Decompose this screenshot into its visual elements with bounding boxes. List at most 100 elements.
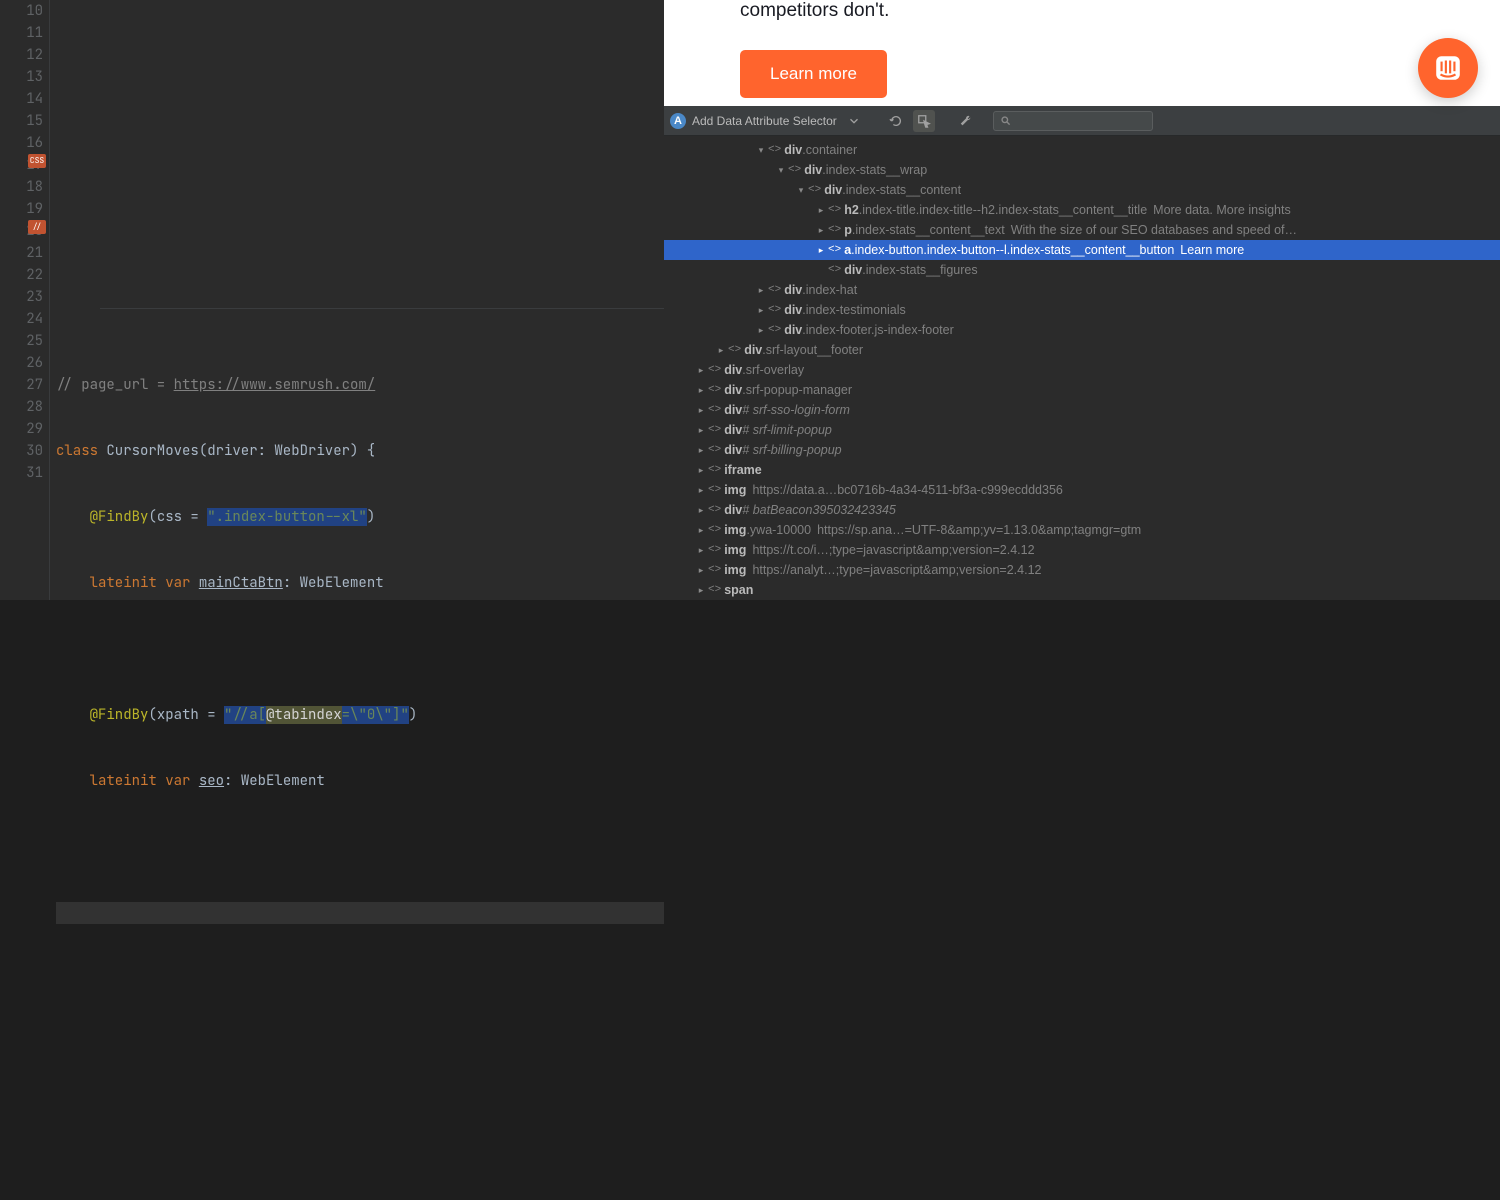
code-area[interactable]: // page_url = https://www.semrush.com/ c…	[50, 0, 664, 600]
tag-angles-icon: <>	[768, 324, 781, 336]
dom-tree-row[interactable]: ▸<>h2.index-title.index-title--h2.index-…	[664, 200, 1500, 220]
chevron-right-icon[interactable]: ▸	[696, 485, 706, 496]
chevron-right-icon[interactable]: ▸	[696, 565, 706, 576]
chevron-right-icon[interactable]: ▸	[696, 545, 706, 556]
tag-angles-icon: <>	[788, 164, 801, 176]
dom-tree-row[interactable]: ▸<>div.srf-overlay	[664, 360, 1500, 380]
dom-tree-row[interactable]: ▸<>iframe	[664, 460, 1500, 480]
chevron-right-icon[interactable]: ▸	[696, 525, 706, 536]
line-number: 12	[0, 44, 43, 66]
element-tag: h2	[844, 203, 859, 217]
element-tag: div	[724, 403, 742, 417]
element-tag: span	[724, 583, 753, 597]
element-tag: div	[784, 283, 802, 297]
element-classes: .index-footer.js-index-footer	[802, 323, 953, 337]
chevron-right-icon[interactable]: ▸	[756, 325, 766, 336]
chevron-right-icon[interactable]: ▸	[816, 225, 826, 236]
tag-angles-icon: <>	[708, 504, 721, 516]
element-classes: .index-stats__content__text	[852, 223, 1005, 237]
line-number: 28	[0, 396, 43, 418]
dom-tree-row[interactable]: ▸<>imghttps://analyt…;type=javascript&am…	[664, 560, 1500, 580]
line-number: 10	[0, 0, 43, 22]
dom-tree-row[interactable]: ▸<>span	[664, 580, 1500, 600]
add-data-attr-label[interactable]: Add Data Attribute Selector	[692, 114, 837, 128]
dom-tree-row[interactable]: ▸<>div.srf-popup-manager	[664, 380, 1500, 400]
dom-tree-row[interactable]: ▸<>div# srf-billing-popup	[664, 440, 1500, 460]
tag-angles-icon: <>	[708, 364, 721, 376]
element-text-preview: https://t.co/i…;type=javascript&amp;vers…	[752, 543, 1034, 557]
dom-tree[interactable]: ▾<>div.container▾<>div.index-stats__wrap…	[664, 136, 1500, 600]
chevron-right-icon[interactable]: ▸	[756, 305, 766, 316]
element-id: # batBeacon395032423345	[742, 503, 896, 517]
chevron-right-icon[interactable]: ▸	[696, 505, 706, 516]
xpath-selector-gutter-icon[interactable]: //	[28, 220, 46, 234]
caret-line[interactable]	[56, 902, 664, 924]
inspector-search-input[interactable]	[993, 111, 1153, 131]
element-tag: div	[724, 363, 742, 377]
element-tag: div	[724, 503, 742, 517]
chevron-down-icon[interactable]: ▾	[776, 165, 786, 176]
chevron-right-icon[interactable]: ▸	[696, 365, 706, 376]
dom-tree-row[interactable]: ▸<>div# srf-sso-login-form	[664, 400, 1500, 420]
element-text-preview: Learn more	[1180, 243, 1244, 257]
chevron-right-icon[interactable]: ▸	[716, 345, 726, 356]
element-id: # srf-billing-popup	[742, 443, 841, 457]
tag-angles-icon: <>	[708, 564, 721, 576]
code-editor[interactable]: 1011121314151617181920212223242526272829…	[0, 0, 664, 600]
dom-tree-row[interactable]: ▸<>div.index-testimonials	[664, 300, 1500, 320]
dom-tree-row[interactable]: ▸<>img.ywa-10000https://sp.ana…=UTF-8&am…	[664, 520, 1500, 540]
tag-angles-icon: <>	[708, 544, 721, 556]
element-picker-icon[interactable]	[913, 110, 935, 132]
dom-tree-row[interactable]: ▸<>div.srf-layout__footer	[664, 340, 1500, 360]
line-number: 22	[0, 264, 43, 286]
dom-tree-row[interactable]: ▸<>div.index-footer.js-index-footer	[664, 320, 1500, 340]
dom-tree-row[interactable]: ▸<>div# srf-limit-popup	[664, 420, 1500, 440]
tag-angles-icon: <>	[708, 584, 721, 596]
element-tag: img	[724, 543, 746, 557]
wrench-icon[interactable]	[955, 110, 977, 132]
dom-tree-row[interactable]: ▾<>div.index-stats__content	[664, 180, 1500, 200]
element-classes: .index-stats__wrap	[822, 163, 927, 177]
chevron-right-icon[interactable]: ▸	[696, 445, 706, 456]
chevron-right-icon[interactable]: ▸	[696, 405, 706, 416]
dom-tree-row[interactable]: <>div.index-stats__figures	[664, 260, 1500, 280]
tag-angles-icon: <>	[708, 424, 721, 436]
dom-tree-row[interactable]: ▸<>p.index-stats__content__textWith the …	[664, 220, 1500, 240]
line-number: 15	[0, 110, 43, 132]
chevron-right-icon[interactable]: ▸	[756, 285, 766, 296]
chevron-down-icon[interactable]: ▾	[756, 145, 766, 156]
chevron-right-icon[interactable]: ▸	[696, 425, 706, 436]
code-line-findby-xpath: @FindBy(xpath = "//a[@tabindex=\"0\"]")	[56, 704, 664, 726]
chevron-right-icon[interactable]: ▸	[696, 585, 706, 596]
element-tag: img	[724, 563, 746, 577]
dom-tree-row[interactable]: ▸<>a.index-button.index-button--l.index-…	[664, 240, 1500, 260]
element-tag: div	[744, 343, 762, 357]
dom-tree-row[interactable]: ▸<>div.index-hat	[664, 280, 1500, 300]
tag-angles-icon: <>	[708, 464, 721, 476]
element-classes: .index-testimonials	[802, 303, 906, 317]
chevron-down-icon[interactable]	[843, 110, 865, 132]
dom-tree-row[interactable]: ▾<>div.container	[664, 140, 1500, 160]
tag-angles-icon: <>	[708, 524, 721, 536]
element-classes: .srf-layout__footer	[762, 343, 863, 357]
dom-tree-row[interactable]: ▸<>imghttps://data.a…bc0716b-4a34-4511-b…	[664, 480, 1500, 500]
element-tag: div	[784, 323, 802, 337]
dom-tree-row[interactable]: ▾<>div.index-stats__wrap	[664, 160, 1500, 180]
chevron-down-icon[interactable]: ▾	[796, 185, 806, 196]
element-tag: a	[844, 243, 851, 257]
intercom-launcher-icon[interactable]	[1418, 38, 1478, 98]
learn-more-button[interactable]: Learn more	[740, 50, 887, 98]
chevron-right-icon[interactable]: ▸	[696, 385, 706, 396]
element-tag: img	[724, 483, 746, 497]
chevron-right-icon[interactable]: ▸	[816, 245, 826, 256]
dom-tree-row[interactable]: ▸<>img https://t.co/i…;type=javascript&am…	[664, 540, 1500, 560]
css-selector-gutter-icon[interactable]: CSS	[28, 154, 46, 168]
code-line-seo: lateinit var seo: WebElement	[56, 770, 664, 792]
tag-angles-icon: <>	[708, 484, 721, 496]
browser-preview[interactable]: competitors don't. Learn more	[664, 0, 1500, 106]
chevron-right-icon[interactable]: ▸	[696, 465, 706, 476]
chevron-right-icon[interactable]: ▸	[816, 205, 826, 216]
dom-tree-row[interactable]: ▸<>div# batBeacon395032423345	[664, 500, 1500, 520]
refresh-icon[interactable]	[885, 110, 907, 132]
line-number: 13	[0, 66, 43, 88]
